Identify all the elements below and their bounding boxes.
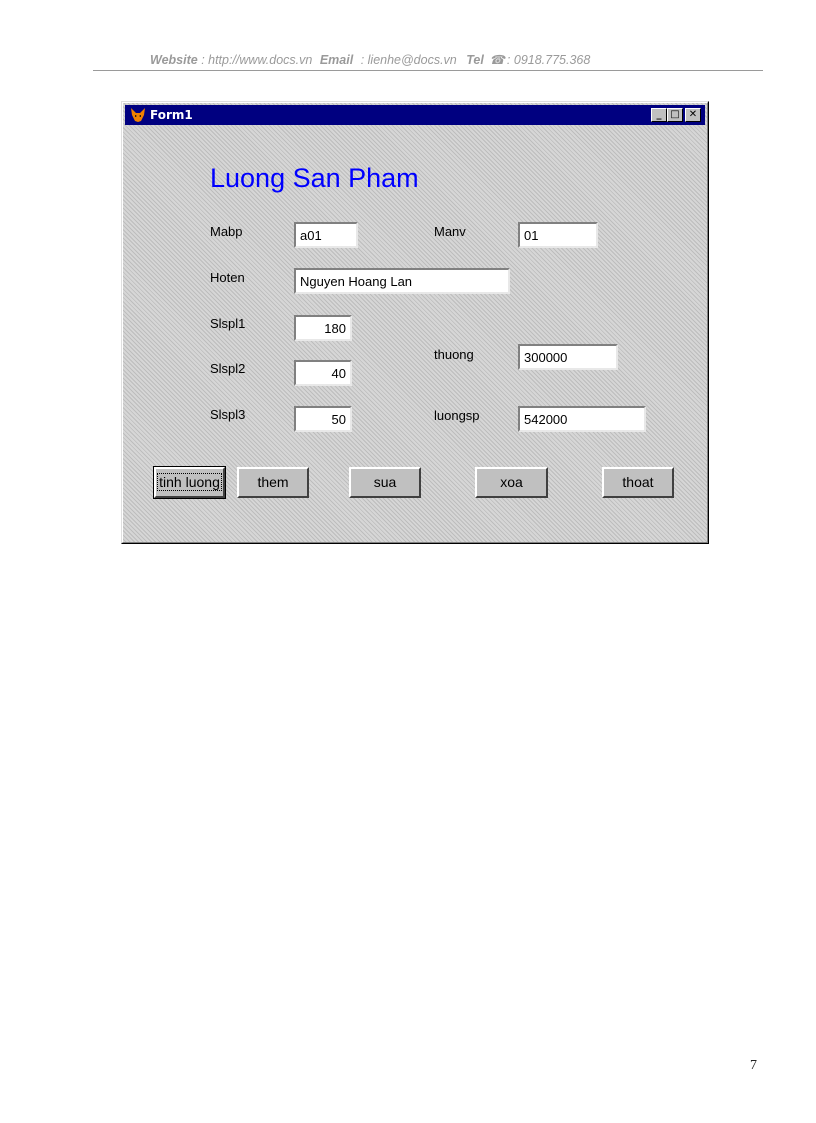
minimize-icon[interactable]: _ [651, 108, 667, 122]
thuong-label: thuong [434, 347, 474, 362]
title-bar[interactable]: Form1 _ □ ✕ [125, 105, 705, 125]
website-label: Website [150, 53, 198, 67]
page-number: 7 [750, 1058, 757, 1073]
slspl3-field[interactable]: 50 [294, 406, 352, 432]
app-icon [131, 108, 145, 122]
them-button[interactable]: them [237, 467, 309, 498]
hoten-field[interactable]: Nguyen Hoang Lan [294, 268, 510, 294]
form-heading: Luong San Pham [210, 163, 419, 193]
mabp-label: Mabp [210, 224, 243, 239]
sua-button[interactable]: sua [349, 467, 421, 498]
xoa-button[interactable]: xoa [475, 467, 548, 498]
thoat-button[interactable]: thoat [602, 467, 674, 498]
thuong-field[interactable]: 300000 [518, 344, 618, 370]
tel-label: Tel [466, 53, 484, 67]
manv-label: Manv [434, 224, 466, 239]
mabp-field[interactable]: a01 [294, 222, 358, 248]
tinh-luong-button[interactable]: tinh luong [153, 466, 226, 499]
slspl3-label: Slspl3 [210, 407, 246, 422]
phone-icon: ☎ [489, 53, 505, 67]
hoten-label: Hoten [210, 270, 245, 285]
luongsp-label: luongsp [434, 408, 480, 423]
page-header: Website : http://www.docs.vn Email : lie… [150, 52, 590, 67]
maximize-icon[interactable]: □ [667, 108, 683, 122]
tinh-luong-label: tinh luong [157, 473, 222, 491]
email-label: Email [319, 53, 354, 67]
slspl1-field[interactable]: 180 [294, 315, 352, 341]
slspl2-label: Slspl2 [210, 361, 246, 376]
form-window: Form1 _ □ ✕ Luong San Pham Mabp a01 Manv… [121, 101, 709, 544]
manv-field[interactable]: 01 [518, 222, 598, 248]
luongsp-field[interactable]: 542000 [518, 406, 646, 432]
window-title: Form1 [150, 108, 193, 122]
slspl1-label: Slspl1 [210, 316, 246, 331]
close-icon[interactable]: ✕ [685, 108, 701, 122]
email-value: : lienhe@docs.vn [360, 53, 457, 67]
slspl2-field[interactable]: 40 [294, 360, 352, 386]
header-rule [93, 70, 763, 71]
tel-value: : 0918.775.368 [506, 53, 591, 67]
website-value: : http://www.docs.vn [201, 53, 313, 67]
